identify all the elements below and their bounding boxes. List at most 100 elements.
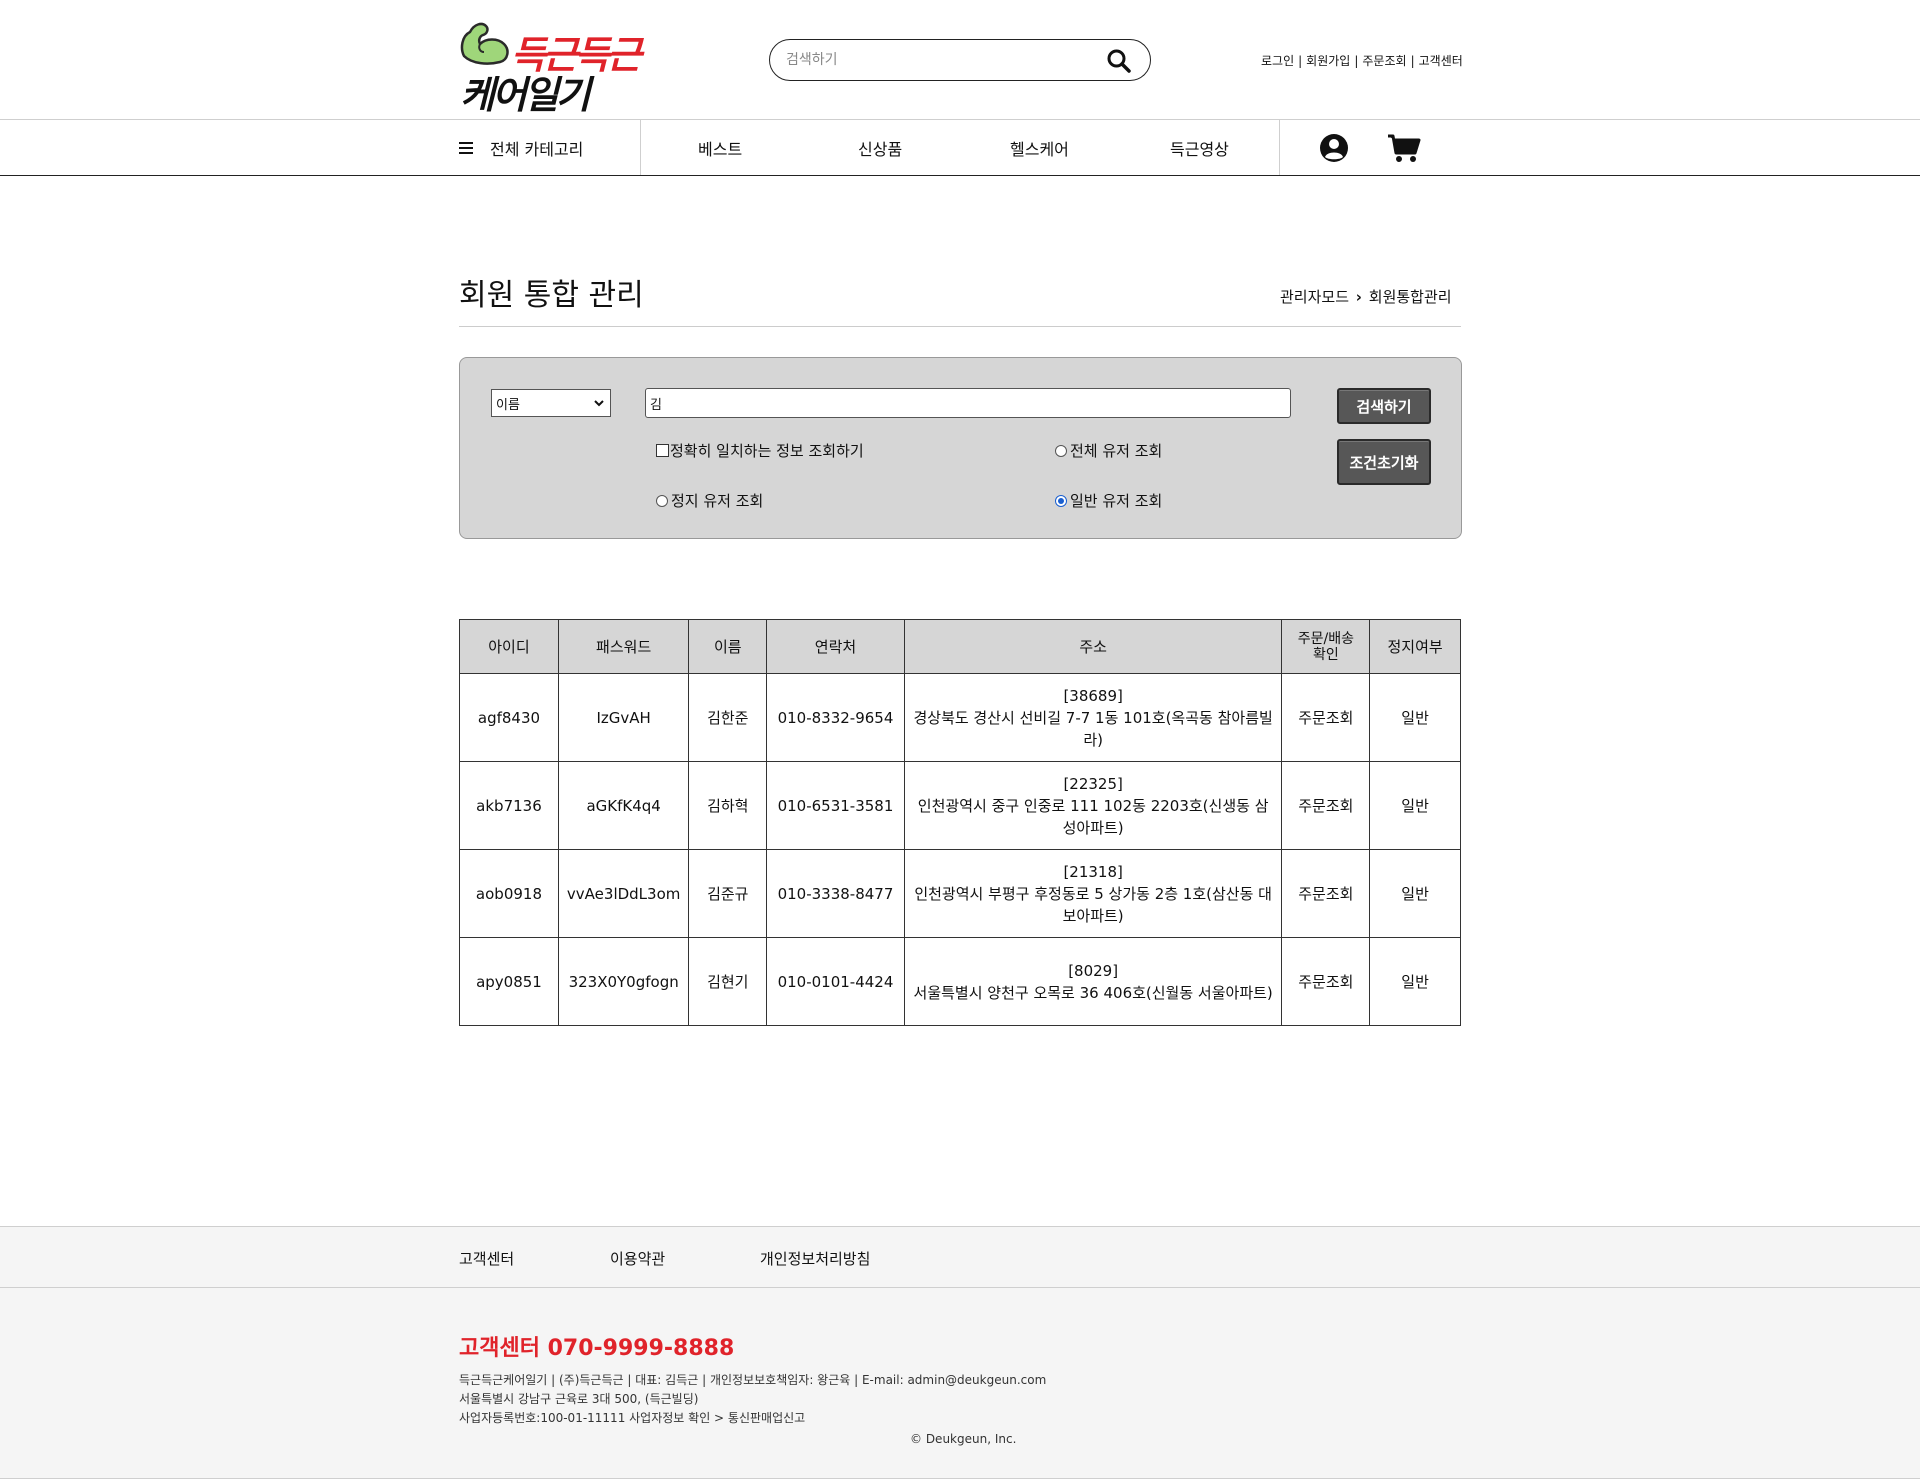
reset-filters-button[interactable]: 조건초기화 [1337, 439, 1431, 485]
normal-users-radio[interactable] [1055, 494, 1067, 507]
cell-address-text: 인천광역시 부평구 후정동로 5 상가동 2층 1호(삼산동 대보아파트) [914, 884, 1272, 925]
cell-zip: [22325] [1063, 774, 1123, 793]
column-header-phone: 연락처 [766, 619, 905, 674]
title-divider [459, 326, 1461, 327]
cell-address-text: 경상북도 경산시 선비길 7-7 1동 101호(옥곡동 참아름빌라) [913, 708, 1273, 749]
members-table: 아이디 패스워드 이름 연락처 주소 주문/배송 확인 정지여부 agf8430… [459, 619, 1461, 1026]
breadcrumb-member-management[interactable]: 회원통합관리 [1369, 288, 1452, 306]
all-users-radio[interactable] [1055, 444, 1067, 457]
member-search-panel: 이름 김 정확히 일치하는 정보 조회하기 전체 유저 조회 정지 유저 조회 … [459, 357, 1462, 539]
cell-address: [38689] 경상북도 경산시 선비길 7-7 1동 101호(옥곡동 참아름빌… [903, 673, 1283, 762]
signup-link[interactable]: 회원가입 [1306, 54, 1350, 68]
top-links: 로그인 | 회원가입 | 주문조회 | 고객센터 [1261, 54, 1463, 68]
nav-item-healthcare[interactable]: 헬스케어 [1010, 120, 1069, 175]
cell-status: 일반 [1369, 849, 1461, 938]
column-header-id: 아이디 [459, 619, 559, 674]
footer-link-terms[interactable]: 이용약관 [610, 1248, 665, 1269]
cell-address-text: 서울특별시 양천구 오목로 36 406호(신월동 서울아파트) [913, 983, 1273, 1002]
search-button[interactable]: 검색하기 [1337, 388, 1431, 424]
company-address-line: 서울특별시 강남구 근육로 3대 500, (득근빌딩) [459, 1392, 699, 1406]
cell-zip: [8029] [1068, 961, 1119, 980]
table-row: apy0851 323X0Y0gfogn 김현기 010-0101-4424 [… [459, 937, 1461, 1026]
cell-address: [22325] 인천광역시 중구 인중로 111 102동 2203호(신생동 삼… [903, 761, 1283, 850]
column-header-password: 패스워드 [557, 619, 690, 674]
suspended-users-radio[interactable] [656, 494, 668, 507]
breadcrumb: 관리자모드 › 회원통합관리 [1280, 286, 1452, 307]
normal-users-label: 일반 유저 조회 [1070, 492, 1163, 510]
chevron-down-icon [594, 400, 604, 407]
order-lookup-link[interactable]: 주문조회 [1281, 761, 1371, 850]
nav-divider [1279, 120, 1280, 175]
cell-status: 일반 [1369, 761, 1461, 850]
column-header-order: 주문/배송 확인 [1281, 619, 1371, 674]
cell-zip: [21318] [1063, 862, 1123, 881]
cell-address: [8029] 서울특별시 양천구 오목로 36 406호(신월동 서울아파트) [903, 937, 1283, 1026]
main-nav: 전체 카테고리 베스트 신상품 헬스케어 득근영상 [0, 120, 1920, 176]
cell-id: akb7136 [459, 761, 559, 850]
customer-center-phone: 고객센터 070-9999-8888 [459, 1336, 735, 1361]
exact-match-checkbox[interactable] [656, 444, 669, 457]
chevron-right-icon: › [1355, 288, 1362, 306]
cell-id: aob0918 [459, 849, 559, 938]
cell-name: 김준규 [688, 849, 768, 938]
footer-info: 고객센터 070-9999-8888 득근득근케어일기 | (주)득근득근 | … [0, 1288, 1920, 1479]
cell-phone: 010-8332-9654 [766, 673, 905, 762]
table-row: aob0918 vvAe3lDdL3om 김준규 010-3338-8477 [… [459, 849, 1461, 938]
order-lookup-link[interactable]: 주문조회 [1281, 673, 1371, 762]
cell-password: IzGvAH [557, 673, 690, 762]
normal-users-option[interactable]: 일반 유저 조회 [1055, 490, 1162, 511]
nav-item-best[interactable]: 베스트 [698, 120, 742, 175]
cell-password: aGKfK4q4 [557, 761, 690, 850]
cell-name: 김하혁 [688, 761, 768, 850]
column-header-name: 이름 [688, 619, 768, 674]
cell-name: 김한준 [688, 673, 768, 762]
site-logo[interactable]: 득근득근 케어일기 [458, 12, 648, 117]
search-icon[interactable] [1106, 48, 1132, 74]
customer-center-link[interactable]: 고객센터 [1419, 54, 1463, 68]
cell-address: [21318] 인천광역시 부평구 후정동로 5 상가동 2층 1호(삼산동 대보… [903, 849, 1283, 938]
exact-match-label: 정확히 일치하는 정보 조회하기 [670, 442, 864, 460]
all-categories-button[interactable]: 전체 카테고리 [459, 120, 641, 175]
cell-status: 일반 [1369, 673, 1461, 762]
search-field-select-value: 이름 [496, 397, 520, 413]
footer-nav: 고객센터 이용약관 개인정보처리방침 [0, 1227, 1920, 1288]
login-link[interactable]: 로그인 [1261, 54, 1294, 68]
header-search [769, 39, 1151, 81]
company-info-line: 득근득근케어일기 | (주)득근득근 | 대표: 김득근 | 개인정보보호책임자… [459, 1373, 1047, 1387]
order-lookup-link[interactable]: 주문조회 [1281, 937, 1371, 1026]
table-row: agf8430 IzGvAH 김한준 010-8332-9654 [38689]… [459, 673, 1461, 762]
nav-item-new[interactable]: 신상품 [858, 120, 902, 175]
keyword-input-value: 김 [650, 397, 662, 413]
exact-match-option[interactable]: 정확히 일치하는 정보 조회하기 [656, 440, 864, 461]
user-icon[interactable] [1319, 133, 1349, 163]
suspended-users-label: 정지 유저 조회 [671, 492, 764, 510]
order-lookup-link[interactable]: 주문조회 [1362, 54, 1406, 68]
cell-password: 323X0Y0gfogn [557, 937, 690, 1026]
cell-id: agf8430 [459, 673, 559, 762]
search-field-select[interactable]: 이름 [491, 389, 611, 417]
cart-icon[interactable] [1387, 133, 1421, 163]
order-lookup-link[interactable]: 주문조회 [1281, 849, 1371, 938]
flexed-arm-icon [460, 22, 509, 65]
cell-status: 일반 [1369, 937, 1461, 1026]
business-registration-line: 사업자등록번호:100-01-11111 사업자정보 확인 > 통신판매업신고 [459, 1411, 806, 1425]
cell-phone: 010-3338-8477 [766, 849, 905, 938]
hamburger-icon [459, 141, 473, 154]
nav-item-videos[interactable]: 득근영상 [1170, 120, 1229, 175]
column-header-status: 정지여부 [1369, 619, 1461, 674]
table-header-row: 아이디 패스워드 이름 연락처 주소 주문/배송 확인 정지여부 [459, 619, 1461, 674]
all-users-option[interactable]: 전체 유저 조회 [1055, 440, 1162, 461]
logo-text-bottom: 케어일기 [460, 73, 591, 117]
suspended-users-option[interactable]: 정지 유저 조회 [656, 490, 763, 511]
cell-phone: 010-6531-3581 [766, 761, 905, 850]
all-users-label: 전체 유저 조회 [1070, 442, 1163, 460]
column-header-address: 주소 [903, 619, 1283, 674]
all-categories-label: 전체 카테고리 [490, 139, 584, 159]
cell-id: apy0851 [459, 937, 559, 1026]
keyword-input[interactable]: 김 [645, 388, 1291, 418]
footer-link-customer-center[interactable]: 고객센터 [459, 1248, 514, 1269]
footer-link-privacy[interactable]: 개인정보처리방침 [760, 1248, 870, 1269]
breadcrumb-admin[interactable]: 관리자모드 [1280, 288, 1349, 306]
search-input[interactable] [786, 48, 1086, 72]
copyright: © Deukgeun, Inc. [910, 1432, 1017, 1446]
